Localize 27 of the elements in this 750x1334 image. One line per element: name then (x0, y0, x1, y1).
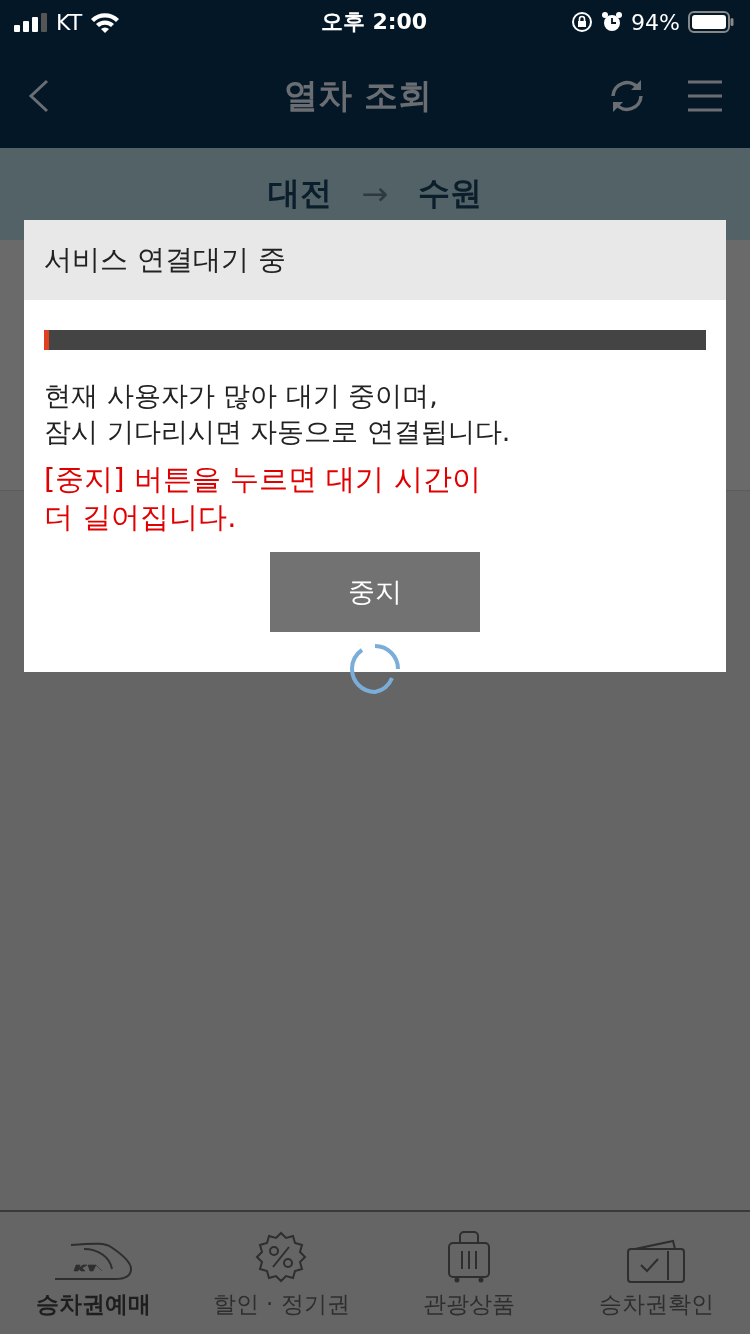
back-icon[interactable] (28, 79, 50, 113)
train-icon (53, 1241, 134, 1283)
battery-icon (688, 11, 734, 33)
page-title: 열차 조회 (284, 74, 432, 117)
discount-badge-icon (255, 1231, 308, 1283)
status-time: 오후 2:00 (320, 8, 428, 36)
suitcase-icon (447, 1231, 490, 1283)
ticket-check-icon (627, 1239, 686, 1283)
wifi-icon (90, 11, 121, 33)
warning-message: [중지] 버튼을 누르면 대기 시간이 더 길어집니다. (44, 461, 482, 536)
waiting-message: 현재 사용자가 많아 대기 중이며, 잠시 기다리시면 자동으로 연결됩니다. (44, 379, 512, 449)
tab-item[interactable]: 관광상품 (375, 1212, 563, 1334)
dialog-title: 서비스 연결대기 중 (44, 242, 286, 278)
arrival-station: 수원 (418, 173, 483, 214)
tab-item[interactable]: 승차권확인 (562, 1212, 750, 1334)
departure-station: 대전 (267, 173, 332, 214)
rotation-lock-icon (571, 11, 594, 33)
battery-percent: 94% (631, 9, 680, 35)
tab-item[interactable]: 할인 · 정기권 (187, 1212, 375, 1334)
stop-button[interactable]: 중지 (270, 552, 480, 632)
route-arrow: → (361, 175, 389, 213)
menu-icon[interactable] (688, 80, 722, 112)
signal-icon (14, 12, 48, 32)
tab-item[interactable]: 승차권예매 (0, 1212, 188, 1334)
carrier-name: KT (56, 9, 83, 35)
loading-spinner-icon (348, 642, 402, 696)
alarm-icon (601, 11, 624, 33)
